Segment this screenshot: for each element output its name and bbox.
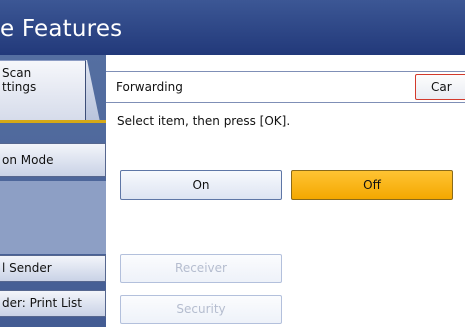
sidebar-item-print-list[interactable]: der: Print List [0, 290, 106, 317]
tab-scan-settings[interactable]: Scan ttings [0, 60, 86, 122]
tab-scan-label-2: ttings [2, 80, 37, 94]
sidebar-item-label: l Sender [2, 261, 52, 275]
dialog-instruction: Select item, then press [OK]. [117, 114, 291, 128]
sidebar-item-label: der: Print List [2, 296, 82, 310]
header-bar: e Features [0, 0, 465, 55]
cancel-button[interactable]: Car [415, 74, 465, 100]
sidebar-item-label: on Mode [2, 153, 54, 167]
on-button[interactable]: On [120, 170, 282, 200]
receiver-button[interactable]: Receiver [120, 254, 282, 283]
page-title: e Features [0, 16, 123, 42]
dialog-title: Forwarding [116, 80, 183, 94]
tab-scan-label-1: Scan [2, 66, 32, 80]
dialog-header: Forwarding Car [106, 71, 465, 103]
sidebar-item-sender[interactable]: l Sender [0, 255, 106, 282]
off-button[interactable]: Off [291, 170, 453, 200]
sidebar-item-mode[interactable]: on Mode [0, 143, 106, 177]
tab-underline [0, 120, 106, 123]
sidebar-empty-area [0, 181, 106, 254]
security-button[interactable]: Security [120, 295, 282, 324]
